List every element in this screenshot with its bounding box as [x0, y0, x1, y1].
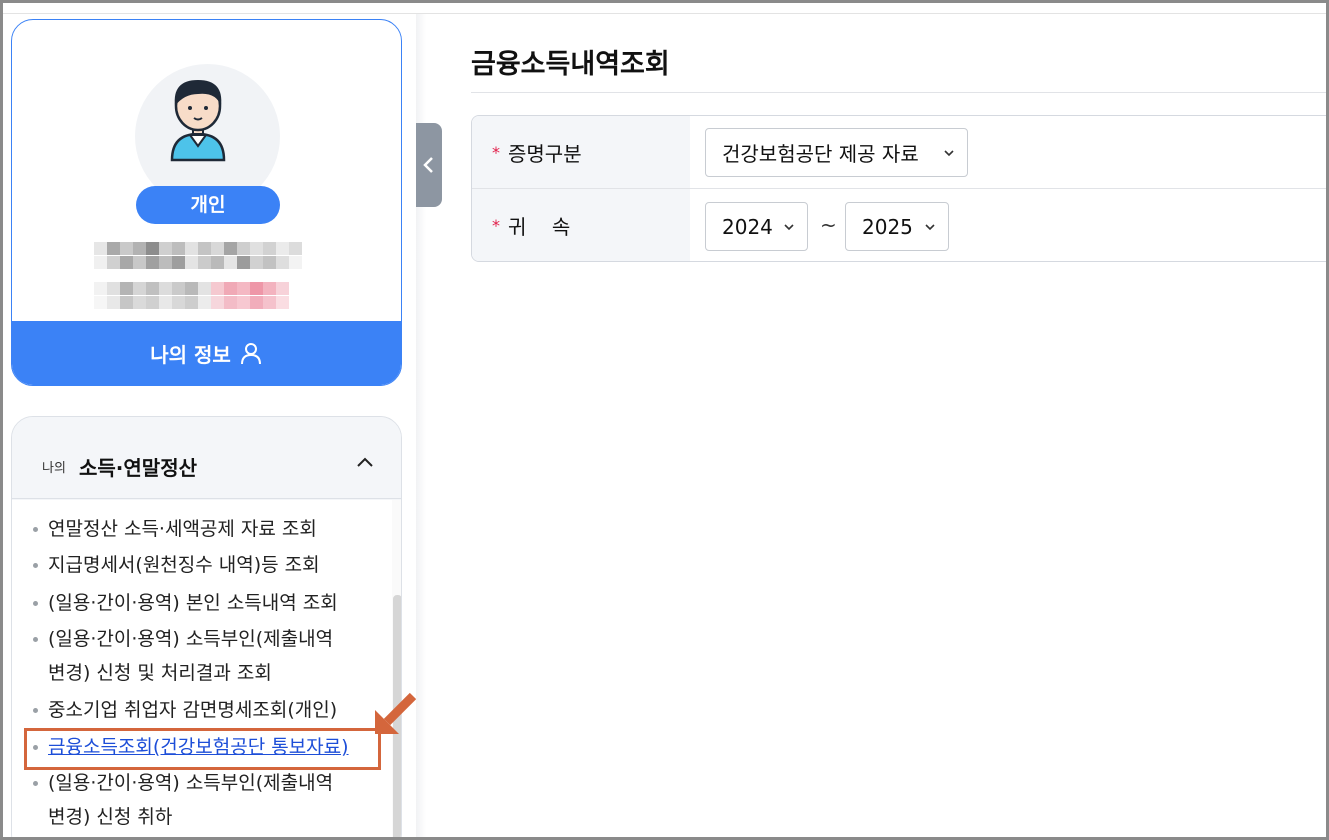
menu-item-payment-statement[interactable]: 지급명세서(원천징수 내역)등 조회 [32, 548, 372, 582]
masked-name [94, 242, 302, 255]
my-info-label: 나의 정보 [150, 342, 231, 367]
masked-name-2 [94, 256, 302, 269]
year-label-text: 귀 속 [508, 215, 571, 239]
required-mark: * [492, 216, 500, 235]
menu-list: 연말정산 소득·세액공제 자료 조회 지급명세서(원천징수 내역)등 조회 (일… [12, 500, 392, 840]
year-from-value: 2024 [722, 214, 773, 239]
year-to-select[interactable]: 2025 [845, 202, 949, 251]
year-from-select[interactable]: 2024 [705, 202, 808, 251]
chevron-down-icon [944, 150, 954, 157]
menu-item-sme-exemption[interactable]: 중소기업 취업자 감면명세조회(개인) [32, 693, 372, 727]
top-bar [0, 0, 1329, 14]
year-range-separator: ~ [820, 213, 837, 237]
year-label: * 귀 속 [472, 189, 690, 261]
menu-item-denial-withdraw-cont[interactable]: 변경) 신청 취하 [32, 800, 372, 834]
cert-type-value: 건강보험공단 제공 자료 [722, 142, 919, 166]
required-mark: * [492, 142, 500, 162]
form-row-cert-type: * 증명구분 건강보험공단 제공 자료 [472, 116, 1329, 189]
masked-info [94, 282, 289, 295]
sidebar-collapse-button[interactable] [416, 123, 442, 207]
my-info-button[interactable]: 나의 정보 [12, 321, 401, 385]
menu-header-title: 소득·연말정산 [79, 456, 197, 480]
chevron-left-icon [423, 157, 433, 173]
income-menu-panel: 나의 소득·연말정산 연말정산 소득·세액공제 자료 조회 지급명세서(원천징수… [11, 416, 402, 840]
menu-item-denial-withdraw[interactable]: (일용·간이·용역) 소득부인(제출내역 [32, 766, 372, 800]
menu-header-prefix: 나의 [42, 461, 66, 476]
title-divider [471, 92, 1329, 93]
menu-item-income-denial[interactable]: (일용·간이·용역) 소득부인(제출내역 [32, 622, 372, 656]
cert-type-label: * 증명구분 [472, 116, 690, 188]
chevron-down-icon [784, 224, 794, 231]
profile-card: 개인 나의 정보 [11, 19, 402, 386]
cert-type-label-text: 증명구분 [508, 141, 582, 166]
menu-header[interactable]: 나의 소득·연말정산 [12, 417, 401, 499]
masked-info-2 [94, 296, 289, 309]
menu-item-yearend-deduction[interactable]: 연말정산 소득·세액공제 자료 조회 [32, 512, 372, 546]
menu-item-daily-income[interactable]: (일용·간이·용역) 본인 소득내역 조회 [32, 586, 372, 620]
chevron-down-icon [925, 224, 935, 231]
menu-item-income-denial-cont[interactable]: 변경) 신청 및 처리결과 조회 [32, 656, 372, 690]
cert-type-select[interactable]: 건강보험공단 제공 자료 [705, 128, 968, 177]
person-icon [240, 343, 261, 365]
annotation-arrow-icon [375, 692, 417, 734]
search-form: * 증명구분 건강보험공단 제공 자료 * 귀 속 2024 ~ 2025 [471, 115, 1329, 262]
avatar-icon [170, 80, 226, 162]
chevron-up-icon[interactable] [355, 453, 375, 473]
user-type-badge: 개인 [136, 186, 280, 224]
page-title: 금융소득내역조회 [471, 49, 670, 80]
year-to-value: 2025 [862, 214, 913, 239]
form-row-year: * 귀 속 2024 ~ 2025 [472, 189, 1329, 261]
annotation-highlight-box [24, 728, 381, 770]
